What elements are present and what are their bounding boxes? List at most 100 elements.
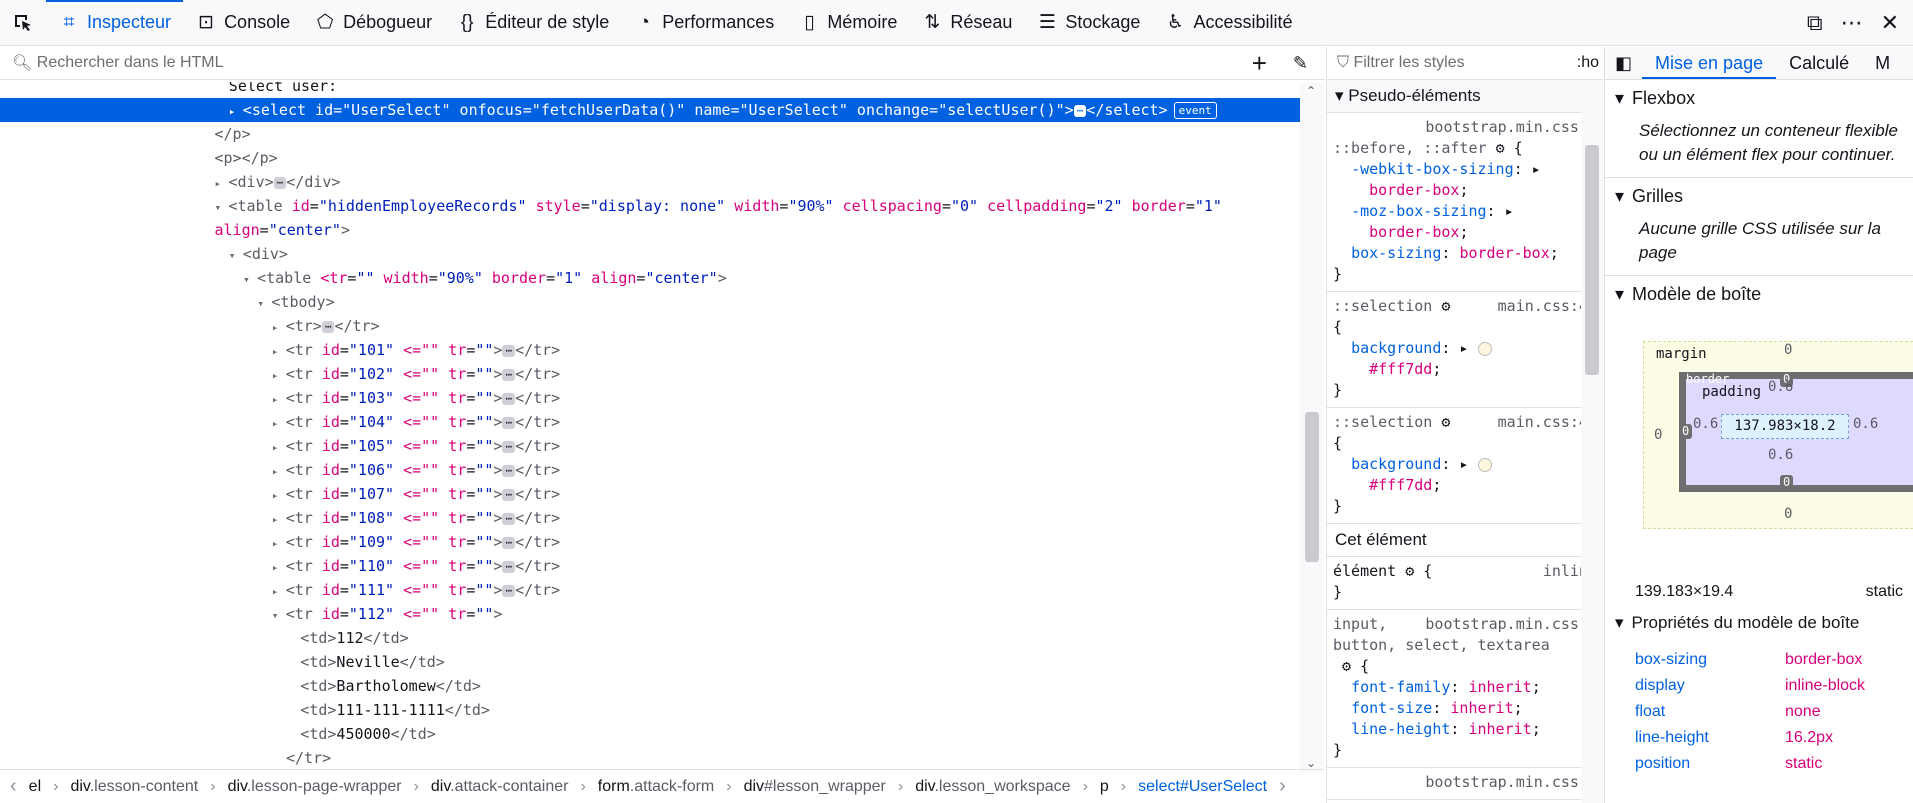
dock-icon[interactable]: ⧉ — [1807, 10, 1823, 36]
markup-node[interactable]: <td>Bartholomew</td> — [0, 674, 1300, 698]
box-content[interactable]: 137.983×18.2 — [1721, 414, 1849, 439]
chevron-right-icon[interactable]: ▸ — [272, 316, 286, 340]
tab-storage[interactable]: ☰ Stockage — [1024, 0, 1152, 45]
gear-icon[interactable]: ⚙ — [1405, 562, 1414, 580]
prop-name[interactable]: font-size — [1351, 699, 1432, 717]
breadcrumb-item[interactable]: select#UserSelect — [1138, 778, 1267, 796]
breadcrumb-item[interactable]: div.lesson-content — [70, 778, 198, 796]
box-border[interactable]: border 0 0 0 padding 0.6 0.6 0.6 0.6 137… — [1679, 372, 1913, 492]
breadcrumb-item[interactable]: div#lesson_wrapper — [744, 778, 886, 796]
tab-computed[interactable]: Calculé — [1776, 47, 1862, 79]
scroll-thumb[interactable] — [1305, 412, 1319, 562]
expand-ellipsis[interactable]: ⋯ — [502, 512, 516, 525]
boxmodel-props-header[interactable]: ▾ Propriétés du modèle de boîte — [1605, 601, 1913, 641]
tab-layout[interactable]: Mise en page — [1642, 47, 1777, 79]
markup-scrollbar[interactable]: ⌃ ⌄ — [1300, 82, 1324, 772]
chevron-down-icon[interactable]: ▾ — [243, 268, 257, 292]
chevron-right-icon[interactable]: ▸ — [272, 508, 286, 532]
rule-source-link[interactable]: bootstrap.min.css:7 — [1425, 117, 1597, 138]
padding-top-value[interactable]: 0.6 — [1768, 379, 1793, 395]
gear-icon[interactable]: ⚙ — [1441, 413, 1450, 431]
expand-ellipsis[interactable]: ⋯ — [502, 488, 516, 501]
markup-node[interactable]: ▸ <tr id="102" <="" tr=""> ⋯ </tr> — [0, 362, 1300, 386]
markup-node[interactable]: ▸ <tr id="106" <="" tr=""> ⋯ </tr> — [0, 458, 1300, 482]
prop-value[interactable]: border-box — [1369, 181, 1459, 199]
markup-node[interactable]: ▾ <table id="hiddenEmployeeRecords" style… — [0, 194, 1300, 218]
prop-name[interactable]: background — [1351, 339, 1441, 357]
chevron-right-icon[interactable]: ▸ — [272, 388, 286, 412]
scroll-down-icon[interactable]: ⌄ — [1306, 756, 1316, 770]
chevron-down-icon[interactable]: ▾ — [215, 196, 229, 220]
prop-value[interactable]: #fff7dd — [1369, 476, 1432, 494]
markup-node[interactable]: <td>111-111-1111</td> — [0, 698, 1300, 722]
prop-value[interactable]: inherit — [1450, 699, 1513, 717]
expand-ellipsis[interactable]: ⋯ — [273, 176, 287, 189]
chevron-down-icon[interactable]: ▾ — [257, 292, 271, 316]
markup-node[interactable]: ▸ <tr id="107" <="" tr=""> ⋯ </tr> — [0, 482, 1300, 506]
markup-node[interactable]: ▸ <tr id="103" <="" tr=""> ⋯ </tr> — [0, 386, 1300, 410]
close-icon[interactable]: ✕ — [1881, 10, 1899, 36]
prop-name[interactable]: line-height — [1351, 720, 1450, 738]
tab-more[interactable]: M — [1862, 47, 1903, 79]
eyedropper-icon[interactable]: ✎ — [1293, 53, 1308, 74]
markup-node[interactable]: ▾ <tr id="112" <="" tr=""> — [0, 602, 1300, 626]
tab-debugger[interactable]: ⬠ Débogueur — [302, 0, 444, 45]
toggle-sidebar-icon[interactable]: ◧ — [1605, 47, 1642, 79]
border-bottom-value[interactable]: 0 — [1780, 475, 1794, 490]
padding-bottom-value[interactable]: 0.6 — [1768, 447, 1793, 463]
scroll-thumb[interactable] — [1585, 145, 1599, 375]
chevron-right-icon[interactable]: ▸ — [272, 412, 286, 436]
markup-node[interactable]: ▸ <tr id="110" <="" tr=""> ⋯ </tr> — [0, 554, 1300, 578]
rules-scrollbar[interactable] — [1581, 81, 1603, 803]
tab-memory[interactable]: ▯ Mémoire — [786, 0, 909, 45]
padding-right-value[interactable]: 0.6 — [1853, 416, 1878, 432]
event-badge[interactable]: event — [1173, 102, 1217, 119]
chevron-right-icon[interactable]: ▸ — [272, 364, 286, 388]
style-filter-input[interactable]: Filtrer les styles — [1353, 54, 1464, 72]
rule-source-link[interactable]: bootstrap.min.css:7 — [1425, 772, 1597, 793]
expand-ellipsis[interactable]: ⋯ — [1073, 104, 1087, 117]
markup-node[interactable]: ▸ <tr id="111" <="" tr=""> ⋯ </tr> — [0, 578, 1300, 602]
chevron-right-icon[interactable]: ▸ — [229, 100, 243, 124]
breadcrumb-item[interactable]: el — [29, 778, 41, 796]
chevron-down-icon[interactable]: ▾ — [272, 604, 286, 628]
expand-ellipsis[interactable]: ⋯ — [502, 560, 516, 573]
chevron-right-icon[interactable]: ▸ — [272, 436, 286, 460]
markup-node[interactable]: </p> — [0, 122, 1300, 146]
markup-node[interactable]: ▾ <table <tr="" width="90%" border="1" al… — [0, 266, 1300, 290]
markup-node[interactable]: <td>112</td> — [0, 626, 1300, 650]
box-margin[interactable]: margin 0 0 0 border 0 0 0 padding 0.6 0.… — [1643, 341, 1913, 529]
boxmodel-header[interactable]: ▾ Modèle de boîte — [1605, 276, 1913, 313]
selected-node[interactable]: ▸ <select id="UserSelect" onfocus="fetchU… — [0, 98, 1300, 122]
breadcrumb-back-icon[interactable]: ‹ — [10, 775, 17, 798]
expand-ellipsis[interactable]: ⋯ — [502, 416, 516, 429]
chevron-right-icon[interactable]: ▸ — [272, 556, 286, 580]
breadcrumb-item[interactable]: p — [1100, 778, 1109, 796]
pseudo-elements-header[interactable]: ▾ Pseudo-éléments — [1327, 80, 1603, 113]
prop-name[interactable]: background — [1351, 455, 1441, 473]
prop-value[interactable]: border-box — [1459, 244, 1549, 262]
prop-name[interactable]: box-sizing — [1351, 244, 1441, 262]
expand-ellipsis[interactable]: ⋯ — [321, 320, 335, 333]
prop-value[interactable]: #fff7dd — [1369, 360, 1432, 378]
flexbox-header[interactable]: ▾ Flexbox — [1605, 80, 1913, 117]
expand-ellipsis[interactable]: ⋯ — [502, 536, 516, 549]
tab-accessibility[interactable]: ♿ Accessibilité — [1152, 0, 1304, 45]
chevron-right-icon[interactable]: ▸ — [272, 580, 286, 604]
expand-ellipsis[interactable]: ⋯ — [502, 440, 516, 453]
markup-node[interactable]: ▸ <tr id="108" <="" tr=""> ⋯ </tr> — [0, 506, 1300, 530]
rule-source-link[interactable]: bootstrap.min.css:7 — [1425, 614, 1597, 635]
breadcrumb-item[interactable]: div.lesson-page-wrapper — [228, 778, 402, 796]
gear-icon[interactable]: ⚙ — [1342, 657, 1351, 675]
more-options-icon[interactable]: ⋯ — [1841, 10, 1863, 36]
tab-inspector[interactable]: ⌗ Inspecteur — [46, 0, 184, 45]
chevron-right-icon[interactable]: ▸ — [272, 340, 286, 364]
prop-name[interactable]: -webkit-box-sizing — [1351, 160, 1514, 178]
expand-ellipsis[interactable]: ⋯ — [502, 392, 516, 405]
padding-left-value[interactable]: 0.6 — [1693, 416, 1718, 432]
element-picker-button[interactable] — [0, 0, 46, 45]
markup-node[interactable]: ▸ <tr id="105" <="" tr=""> ⋯ </tr> — [0, 434, 1300, 458]
color-swatch[interactable] — [1477, 457, 1492, 472]
chevron-right-icon[interactable]: ▸ — [272, 460, 286, 484]
margin-bottom-value[interactable]: 0 — [1784, 506, 1792, 522]
